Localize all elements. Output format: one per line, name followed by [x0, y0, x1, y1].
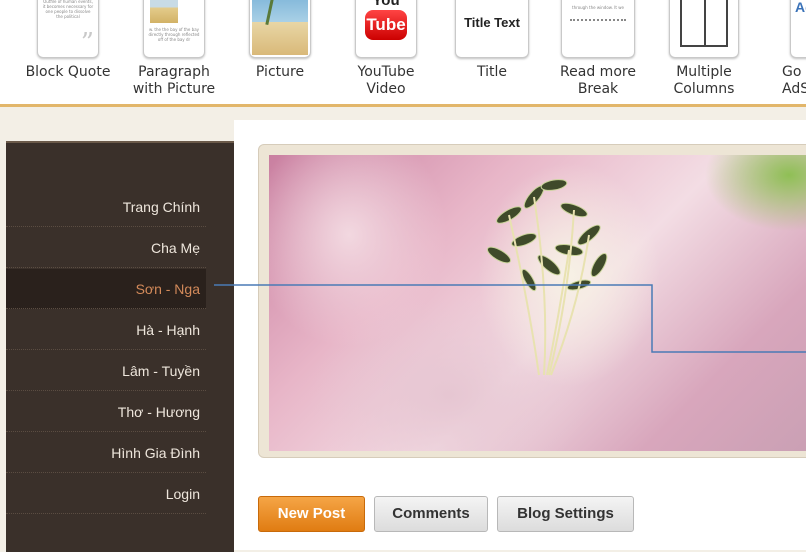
sidebar-item-label: Cha Mẹ [150, 240, 200, 256]
youtube-logo-icon: Tube [365, 10, 407, 40]
picture-label: Picture [255, 64, 305, 80]
comments-button[interactable]: Comments [374, 496, 488, 532]
title-thumbnail-text: Title Text [464, 15, 520, 30]
flower-stamens-graphic [486, 179, 608, 376]
sidebar-item-label: Hà - Hạnh [136, 322, 200, 338]
adsense-thumbnail: AdS [790, 0, 806, 58]
paragraph-with-picture-thumbnail: w. the the bay of the bay directly throu… [143, 0, 205, 58]
sidebar-item-ha-hanh[interactable]: Hà - Hạnh [6, 310, 206, 350]
sidebar-item-label: Hình Gia Đình [111, 445, 200, 461]
picture-thumbnail-icon [150, 0, 178, 23]
sidebar-item-hinh-gia-dinh[interactable]: Hình Gia Đình [6, 433, 206, 473]
beach-picture-icon [252, 0, 308, 55]
youtube-video-tool[interactable]: You Tube YouTube Video [336, 0, 436, 104]
youtube-logo-you: You [372, 0, 400, 9]
quote-mark-icon: ” [80, 28, 94, 58]
sidebar-item-cha-me[interactable]: Cha Mẹ [6, 228, 206, 268]
paragraph-thumbnail-text: w. the the bay of the bay directly throu… [148, 27, 200, 42]
title-label: Title [476, 64, 507, 80]
youtube-thumbnail: You Tube [355, 0, 417, 58]
multiple-columns-tool[interactable]: Multiple Columns [654, 0, 754, 104]
block-quote-label: Block Quote [25, 64, 111, 80]
main-content: New Post Comments Blog Settings [234, 120, 806, 550]
sidebar-item-trang-chinh[interactable]: Trang Chính [6, 187, 206, 227]
sidebar-nav: Trang Chính Cha Mẹ Sơn - Nga Hà - Hạnh L… [6, 141, 234, 552]
sidebar-item-tho-huong[interactable]: Thơ - Hương [6, 392, 206, 432]
picture-tool[interactable]: Picture [230, 0, 330, 104]
new-post-button[interactable]: New Post [258, 496, 365, 532]
sidebar-item-label: Login [165, 486, 200, 502]
break-line-icon [570, 19, 626, 21]
adsense-thumbnail-text: AdS [795, 0, 806, 15]
paragraph-with-picture-tool[interactable]: w. the the bay of the bay directly throu… [124, 0, 224, 104]
google-adsense-tool[interactable]: AdS Go AdS [760, 0, 806, 104]
read-more-break-tool[interactable]: through the window. It we Read more Brea… [548, 0, 648, 104]
blog-settings-button[interactable]: Blog Settings [497, 496, 634, 532]
sidebar-item-son-nga[interactable]: Sơn - Nga [6, 269, 206, 309]
sidebar-item-login[interactable]: Login [6, 474, 206, 514]
read-more-thumbnail: through the window. It we [561, 0, 635, 58]
template-toolbar: Outfile of human events, it becomes nece… [0, 0, 806, 107]
read-more-break-label: Read more Break [560, 64, 636, 97]
title-tool[interactable]: Title Text Title [442, 0, 542, 104]
picture-thumbnail [249, 0, 311, 58]
sidebar-item-label: Sơn - Nga [135, 281, 200, 297]
sidebar-item-label: Thơ - Hương [117, 404, 200, 420]
read-more-thumbnail-text: through the window. It we [572, 5, 624, 10]
sidebar-item-label: Trang Chính [122, 199, 200, 215]
block-quote-thumbnail: Outfile of human events, it becomes nece… [37, 0, 99, 58]
block-quote-tool[interactable]: Outfile of human events, it becomes nece… [18, 0, 118, 104]
google-adsense-label: Go AdS [782, 64, 806, 97]
multiple-columns-thumbnail [669, 0, 739, 58]
sidebar-item-label: Lâm - Tuyền [122, 363, 200, 379]
block-quote-thumbnail-text: Outfile of human events, it becomes nece… [42, 0, 94, 19]
paragraph-with-picture-label: Paragraph with Picture [132, 64, 216, 97]
sidebar-item-lam-tuyen[interactable]: Lâm - Tuyền [6, 351, 206, 391]
multiple-columns-label: Multiple Columns [673, 64, 735, 97]
title-thumbnail: Title Text [455, 0, 529, 58]
youtube-video-label: YouTube Video [357, 64, 415, 97]
header-image-frame [258, 144, 806, 458]
columns-icon [680, 0, 728, 47]
header-image [269, 155, 806, 451]
